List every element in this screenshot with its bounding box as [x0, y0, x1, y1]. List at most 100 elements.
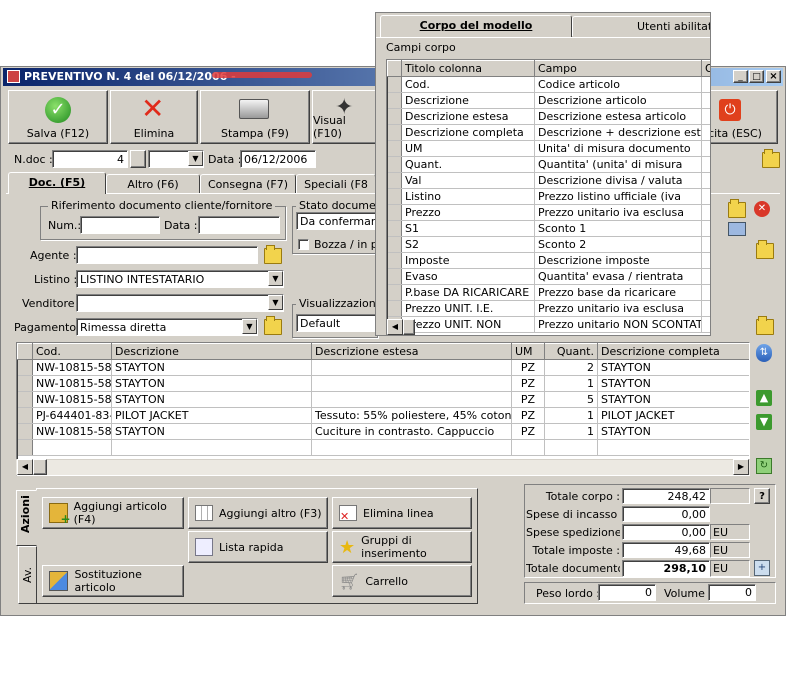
cell-descrizione[interactable]: STAYTON	[111, 359, 312, 376]
field-row[interactable]: S2 Sconto 2	[387, 236, 710, 253]
print-button[interactable]: Stampa (F9)	[200, 90, 310, 144]
cell-descrizione-completa[interactable]: STAYTON	[597, 359, 749, 376]
tab-speciali[interactable]: Speciali (F8	[296, 174, 376, 193]
cell-o[interactable]	[701, 220, 710, 237]
cell-descrizione[interactable]: STAYTON	[111, 375, 312, 392]
cell-descrizione-estesa[interactable]	[311, 359, 512, 376]
insert-groups-button[interactable]: ★ Gruppi di inserimento	[332, 531, 472, 563]
right-folder-icon-2[interactable]	[756, 240, 774, 259]
cell-titolo-colonna[interactable]: Descrizione estesa	[401, 108, 535, 125]
cell-o[interactable]	[701, 236, 710, 253]
field-row-selector[interactable]	[387, 92, 402, 109]
cell-um[interactable]: PZ	[511, 407, 545, 424]
col-titolo-colonna[interactable]: Titolo colonna	[401, 60, 535, 77]
cell-titolo-colonna[interactable]: Evaso	[401, 268, 535, 285]
cell-descrizione-estesa[interactable]	[311, 375, 512, 392]
cell-o[interactable]	[701, 156, 710, 173]
move-up-icon[interactable]: ▲	[756, 390, 772, 406]
tab-utenti-abilitati[interactable]: Utenti abilitati	[572, 16, 710, 36]
cell-cod[interactable]: NW-10815-58-E	[32, 375, 112, 392]
cell-o[interactable]	[701, 316, 710, 333]
items-grid[interactable]: Cod. Descrizione Descrizione estesa UM Q…	[16, 342, 750, 476]
folder-icon[interactable]	[762, 149, 780, 168]
pagamento-dropdown-arrow[interactable]: ▼	[242, 319, 257, 334]
save-button[interactable]: ✓ Salva (F12)	[8, 90, 108, 144]
grid-hscrollbar[interactable]	[16, 459, 750, 475]
cell-titolo-colonna[interactable]: P.base DA RICARICARE	[401, 284, 535, 301]
field-row[interactable]: Prezzo UNIT. I.E. Prezzo unitario iva esc…	[387, 300, 710, 317]
cell-o[interactable]	[701, 284, 710, 301]
series-dropdown-arrow[interactable]: ▼	[188, 151, 203, 166]
cell-cod[interactable]: PJ-644401-83-F	[32, 407, 112, 424]
cell-o[interactable]	[701, 124, 710, 141]
col-descrizione-estesa[interactable]: Descrizione estesa	[311, 343, 512, 360]
cell-titolo-colonna[interactable]: S1	[401, 220, 535, 237]
clear-icon[interactable]: ✕	[754, 201, 770, 217]
field-row-selector[interactable]	[387, 204, 402, 221]
exit-button[interactable]: ⏻ cita (ESC)	[700, 90, 778, 144]
cell-campo[interactable]: Sconto 1	[534, 220, 702, 237]
move-down-icon[interactable]: ▼	[756, 414, 772, 430]
cell-cod[interactable]: NW-10815-58-E	[32, 359, 112, 376]
cell-campo[interactable]: Prezzo unitario NON SCONTATO	[534, 316, 702, 333]
tab-altro[interactable]: Altro (F6)	[106, 174, 200, 193]
refresh-icon[interactable]: ↻	[756, 458, 772, 474]
cell-campo[interactable]: Quantita' evasa / rientrata	[534, 268, 702, 285]
cell-titolo-colonna[interactable]: Descrizione completa	[401, 124, 535, 141]
agente-input[interactable]	[76, 246, 258, 264]
field-row[interactable]: P.base DA RICARICARE Prezzo base da ricar…	[387, 284, 710, 301]
add-other-button[interactable]: Aggiungi altro (F3)	[188, 497, 328, 529]
table-row[interactable]: NW-10815-58-ESTAYTONCuciture in contrast…	[17, 423, 749, 440]
cell-campo[interactable]: Descrizione estesa articolo	[534, 108, 702, 125]
table-row[interactable]: PJ-644401-83-F PILOT JACKET Tessuto: 55% p…	[17, 407, 749, 424]
cell-campo[interactable]: Prezzo listino ufficiale (iva	[534, 188, 702, 205]
cart-button[interactable]: 🛒︎ Carrello	[332, 565, 472, 597]
hscroll-thumb[interactable]	[33, 459, 47, 475]
cell-titolo-colonna[interactable]: Imposte	[401, 252, 535, 269]
cell-o[interactable]	[701, 268, 710, 285]
side-tab-av[interactable]: Av.	[18, 546, 37, 604]
field-row-selector[interactable]	[387, 236, 402, 253]
maximize-button[interactable]: □	[749, 70, 764, 83]
cell-um[interactable]: PZ	[511, 359, 545, 376]
ndoc-input[interactable]: 4	[52, 150, 128, 168]
cell-descrizione-completa[interactable]: STAYTON	[597, 391, 749, 408]
col-descrizione-completa[interactable]: Descrizione completa	[597, 343, 749, 360]
agente-folder-icon[interactable]	[264, 245, 282, 264]
help-button[interactable]: ?	[754, 488, 770, 504]
cell-campo[interactable]: Unita' di misura documento	[534, 140, 702, 157]
bozza-checkbox[interactable]	[298, 239, 309, 250]
cell-o[interactable]	[701, 204, 710, 221]
venditore-dropdown-arrow[interactable]: ▼	[268, 295, 283, 310]
delete-line-button[interactable]: ✕ Elimina linea	[332, 497, 472, 529]
cell-o[interactable]	[701, 172, 710, 189]
side-tab-azioni[interactable]: Azioni	[16, 490, 37, 546]
cell-titolo-colonna[interactable]: Prezzo UNIT. I.E.	[401, 300, 535, 317]
pagamento-select[interactable]: Rimessa diretta	[76, 318, 258, 336]
close-window-button[interactable]: ×	[766, 70, 781, 83]
field-row[interactable]: Descrizione Descrizione articolo	[387, 92, 710, 109]
cell-o[interactable]	[701, 140, 710, 157]
cell-um[interactable]: PZ	[511, 391, 545, 408]
notes-icon[interactable]	[728, 222, 746, 236]
row-selector[interactable]	[17, 359, 33, 376]
cell-titolo-colonna[interactable]: Quant.	[401, 156, 535, 173]
cell-descrizione-estesa[interactable]: Tessuto: 55% poliestere, 45% cotone	[311, 407, 512, 424]
cell-o[interactable]	[701, 188, 710, 205]
row-selector[interactable]	[17, 375, 33, 392]
ndoc-extra-button[interactable]	[130, 150, 146, 168]
cell-descrizione[interactable]: PILOT JACKET	[111, 407, 312, 424]
peso-value[interactable]: 0	[598, 584, 656, 601]
cell-campo[interactable]: Prezzo base da ricaricare	[534, 284, 702, 301]
cell-descrizione-completa[interactable]: STAYTON	[597, 423, 749, 440]
field-row[interactable]: Listino Prezzo listino ufficiale (iva	[387, 188, 710, 205]
cell-campo[interactable]: Quantita' (unita' di misura	[534, 156, 702, 173]
cell-campo[interactable]: Codice articolo	[534, 76, 702, 93]
minimize-button[interactable]: _	[733, 70, 748, 83]
cell-o[interactable]	[701, 108, 710, 125]
row-selector[interactable]	[17, 407, 33, 424]
field-row-selector[interactable]	[387, 172, 402, 189]
field-row-selector[interactable]	[387, 252, 402, 269]
popup-hscroll-thumb[interactable]	[403, 319, 415, 335]
row-selector[interactable]	[17, 391, 33, 408]
